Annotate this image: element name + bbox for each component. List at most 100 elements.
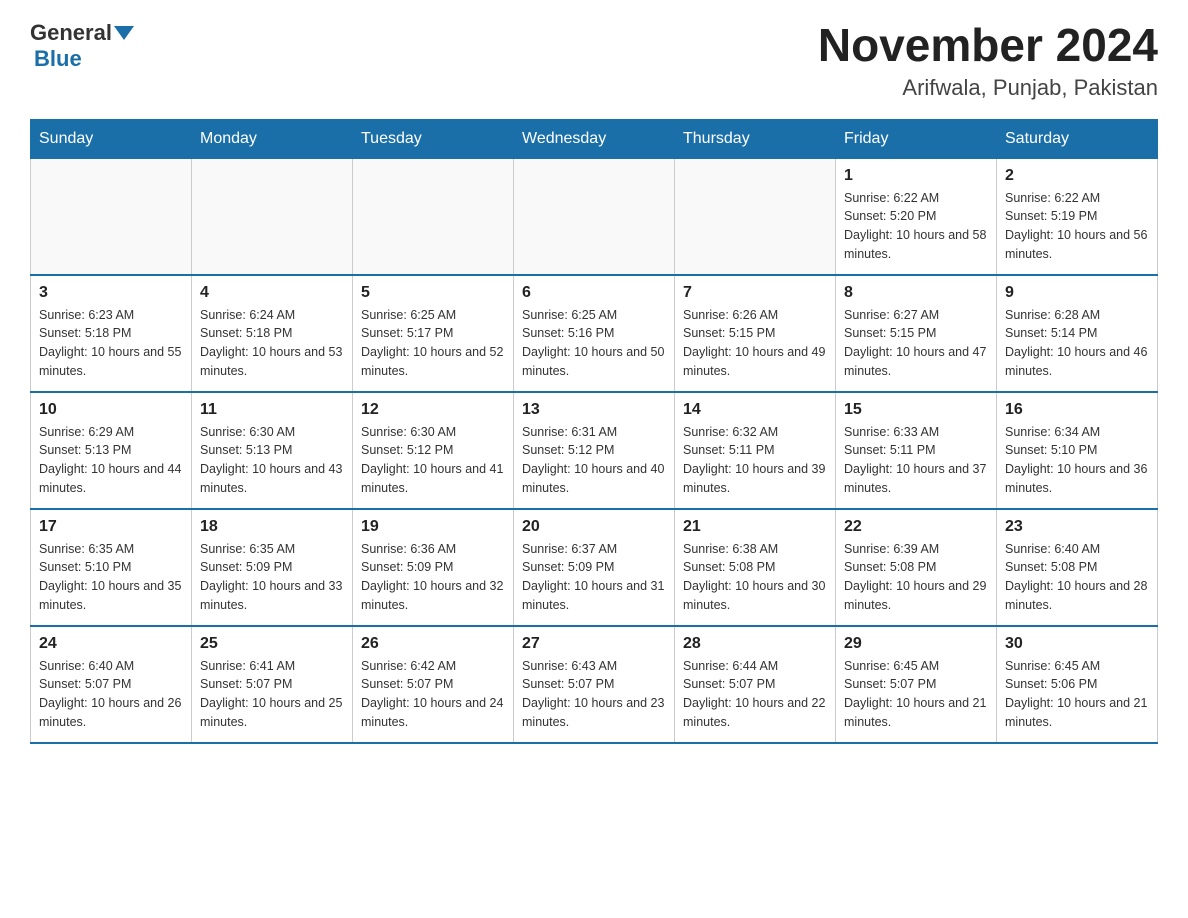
calendar-cell: 16 Sunrise: 6:34 AMSunset: 5:10 PMDayligh… xyxy=(997,392,1158,509)
day-info: Sunrise: 6:42 AMSunset: 5:07 PMDaylight:… xyxy=(361,657,505,732)
day-info: Sunrise: 6:39 AMSunset: 5:08 PMDaylight:… xyxy=(844,540,988,615)
calendar-week-row: 10 Sunrise: 6:29 AMSunset: 5:13 PMDayligh… xyxy=(31,392,1158,509)
weekday-header-monday: Monday xyxy=(192,119,353,158)
calendar-cell xyxy=(31,158,192,275)
day-number: 4 xyxy=(200,284,344,302)
day-info: Sunrise: 6:33 AMSunset: 5:11 PMDaylight:… xyxy=(844,423,988,498)
day-info: Sunrise: 6:25 AMSunset: 5:17 PMDaylight:… xyxy=(361,306,505,381)
day-info: Sunrise: 6:26 AMSunset: 5:15 PMDaylight:… xyxy=(683,306,827,381)
day-info: Sunrise: 6:24 AMSunset: 5:18 PMDaylight:… xyxy=(200,306,344,381)
day-number: 3 xyxy=(39,284,183,302)
logo-general-text: General xyxy=(30,20,112,46)
day-info: Sunrise: 6:23 AMSunset: 5:18 PMDaylight:… xyxy=(39,306,183,381)
weekday-header-friday: Friday xyxy=(836,119,997,158)
day-info: Sunrise: 6:45 AMSunset: 5:06 PMDaylight:… xyxy=(1005,657,1149,732)
calendar-cell: 25 Sunrise: 6:41 AMSunset: 5:07 PMDayligh… xyxy=(192,626,353,743)
calendar-cell: 1Sunrise: 6:22 AMSunset: 5:20 PMDaylight… xyxy=(836,158,997,275)
day-number: 23 xyxy=(1005,518,1149,536)
calendar-cell: 8Sunrise: 6:27 AMSunset: 5:15 PMDaylight… xyxy=(836,275,997,392)
day-number: 26 xyxy=(361,635,505,653)
page-title: November 2024 xyxy=(818,20,1158,71)
calendar-cell: 11Sunrise: 6:30 AMSunset: 5:13 PMDayligh… xyxy=(192,392,353,509)
weekday-header-saturday: Saturday xyxy=(997,119,1158,158)
day-number: 19 xyxy=(361,518,505,536)
day-info: Sunrise: 6:41 AMSunset: 5:07 PMDaylight:… xyxy=(200,657,344,732)
logo: General Blue xyxy=(30,20,134,72)
calendar-cell: 14 Sunrise: 6:32 AMSunset: 5:11 PMDayligh… xyxy=(675,392,836,509)
day-info: Sunrise: 6:36 AMSunset: 5:09 PMDaylight:… xyxy=(361,540,505,615)
calendar-week-row: 1Sunrise: 6:22 AMSunset: 5:20 PMDaylight… xyxy=(31,158,1158,275)
calendar-cell xyxy=(675,158,836,275)
calendar-cell: 7 Sunrise: 6:26 AMSunset: 5:15 PMDaylight… xyxy=(675,275,836,392)
calendar-cell: 23Sunrise: 6:40 AMSunset: 5:08 PMDayligh… xyxy=(997,509,1158,626)
day-number: 28 xyxy=(683,635,827,653)
day-number: 11 xyxy=(200,401,344,419)
day-number: 30 xyxy=(1005,635,1149,653)
calendar-cell: 6 Sunrise: 6:25 AMSunset: 5:16 PMDaylight… xyxy=(514,275,675,392)
day-number: 25 xyxy=(200,635,344,653)
day-info: Sunrise: 6:35 AMSunset: 5:09 PMDaylight:… xyxy=(200,540,344,615)
logo-triangle-icon xyxy=(114,26,134,40)
weekday-header-wednesday: Wednesday xyxy=(514,119,675,158)
day-number: 9 xyxy=(1005,284,1149,302)
calendar-cell: 21 Sunrise: 6:38 AMSunset: 5:08 PMDayligh… xyxy=(675,509,836,626)
day-info: Sunrise: 6:25 AMSunset: 5:16 PMDaylight:… xyxy=(522,306,666,381)
day-info: Sunrise: 6:43 AMSunset: 5:07 PMDaylight:… xyxy=(522,657,666,732)
day-info: Sunrise: 6:40 AMSunset: 5:07 PMDaylight:… xyxy=(39,657,183,732)
calendar-header-row: SundayMondayTuesdayWednesdayThursdayFrid… xyxy=(31,119,1158,158)
day-info: Sunrise: 6:30 AMSunset: 5:12 PMDaylight:… xyxy=(361,423,505,498)
day-number: 18 xyxy=(200,518,344,536)
day-info: Sunrise: 6:32 AMSunset: 5:11 PMDaylight:… xyxy=(683,423,827,498)
calendar-cell: 2 Sunrise: 6:22 AMSunset: 5:19 PMDaylight… xyxy=(997,158,1158,275)
calendar-cell: 30 Sunrise: 6:45 AMSunset: 5:06 PMDayligh… xyxy=(997,626,1158,743)
weekday-header-tuesday: Tuesday xyxy=(353,119,514,158)
weekday-header-sunday: Sunday xyxy=(31,119,192,158)
day-number: 29 xyxy=(844,635,988,653)
day-number: 6 xyxy=(522,284,666,302)
day-number: 2 xyxy=(1005,167,1149,185)
day-info: Sunrise: 6:37 AMSunset: 5:09 PMDaylight:… xyxy=(522,540,666,615)
day-number: 5 xyxy=(361,284,505,302)
day-info: Sunrise: 6:27 AMSunset: 5:15 PMDaylight:… xyxy=(844,306,988,381)
day-number: 20 xyxy=(522,518,666,536)
calendar-cell: 15 Sunrise: 6:33 AMSunset: 5:11 PMDayligh… xyxy=(836,392,997,509)
calendar-cell: 17 Sunrise: 6:35 AMSunset: 5:10 PMDayligh… xyxy=(31,509,192,626)
calendar-cell: 3 Sunrise: 6:23 AMSunset: 5:18 PMDaylight… xyxy=(31,275,192,392)
calendar-cell: 19 Sunrise: 6:36 AMSunset: 5:09 PMDayligh… xyxy=(353,509,514,626)
weekday-header-thursday: Thursday xyxy=(675,119,836,158)
page-subtitle: Arifwala, Punjab, Pakistan xyxy=(818,75,1158,101)
calendar-cell: 24 Sunrise: 6:40 AMSunset: 5:07 PMDayligh… xyxy=(31,626,192,743)
day-info: Sunrise: 6:34 AMSunset: 5:10 PMDaylight:… xyxy=(1005,423,1149,498)
calendar-cell xyxy=(514,158,675,275)
calendar-week-row: 17 Sunrise: 6:35 AMSunset: 5:10 PMDayligh… xyxy=(31,509,1158,626)
day-number: 13 xyxy=(522,401,666,419)
calendar-cell: 27Sunrise: 6:43 AMSunset: 5:07 PMDayligh… xyxy=(514,626,675,743)
day-info: Sunrise: 6:38 AMSunset: 5:08 PMDaylight:… xyxy=(683,540,827,615)
day-info: Sunrise: 6:44 AMSunset: 5:07 PMDaylight:… xyxy=(683,657,827,732)
day-number: 15 xyxy=(844,401,988,419)
title-block: November 2024 Arifwala, Punjab, Pakistan xyxy=(818,20,1158,101)
calendar-week-row: 24 Sunrise: 6:40 AMSunset: 5:07 PMDayligh… xyxy=(31,626,1158,743)
day-info: Sunrise: 6:29 AMSunset: 5:13 PMDaylight:… xyxy=(39,423,183,498)
day-info: Sunrise: 6:28 AMSunset: 5:14 PMDaylight:… xyxy=(1005,306,1149,381)
day-number: 21 xyxy=(683,518,827,536)
calendar-cell: 4 Sunrise: 6:24 AMSunset: 5:18 PMDaylight… xyxy=(192,275,353,392)
day-number: 14 xyxy=(683,401,827,419)
day-number: 12 xyxy=(361,401,505,419)
calendar-table: SundayMondayTuesdayWednesdayThursdayFrid… xyxy=(30,119,1158,744)
day-number: 7 xyxy=(683,284,827,302)
calendar-cell: 26 Sunrise: 6:42 AMSunset: 5:07 PMDayligh… xyxy=(353,626,514,743)
day-info: Sunrise: 6:31 AMSunset: 5:12 PMDaylight:… xyxy=(522,423,666,498)
day-number: 10 xyxy=(39,401,183,419)
day-info: Sunrise: 6:35 AMSunset: 5:10 PMDaylight:… xyxy=(39,540,183,615)
day-number: 24 xyxy=(39,635,183,653)
day-number: 17 xyxy=(39,518,183,536)
logo-blue-text: Blue xyxy=(34,46,82,72)
calendar-cell: 22Sunrise: 6:39 AMSunset: 5:08 PMDayligh… xyxy=(836,509,997,626)
calendar-cell: 9 Sunrise: 6:28 AMSunset: 5:14 PMDaylight… xyxy=(997,275,1158,392)
page-header: General Blue November 2024 Arifwala, Pun… xyxy=(30,20,1158,101)
calendar-cell xyxy=(192,158,353,275)
day-info: Sunrise: 6:22 AMSunset: 5:19 PMDaylight:… xyxy=(1005,189,1149,264)
calendar-cell: 18 Sunrise: 6:35 AMSunset: 5:09 PMDayligh… xyxy=(192,509,353,626)
day-number: 16 xyxy=(1005,401,1149,419)
